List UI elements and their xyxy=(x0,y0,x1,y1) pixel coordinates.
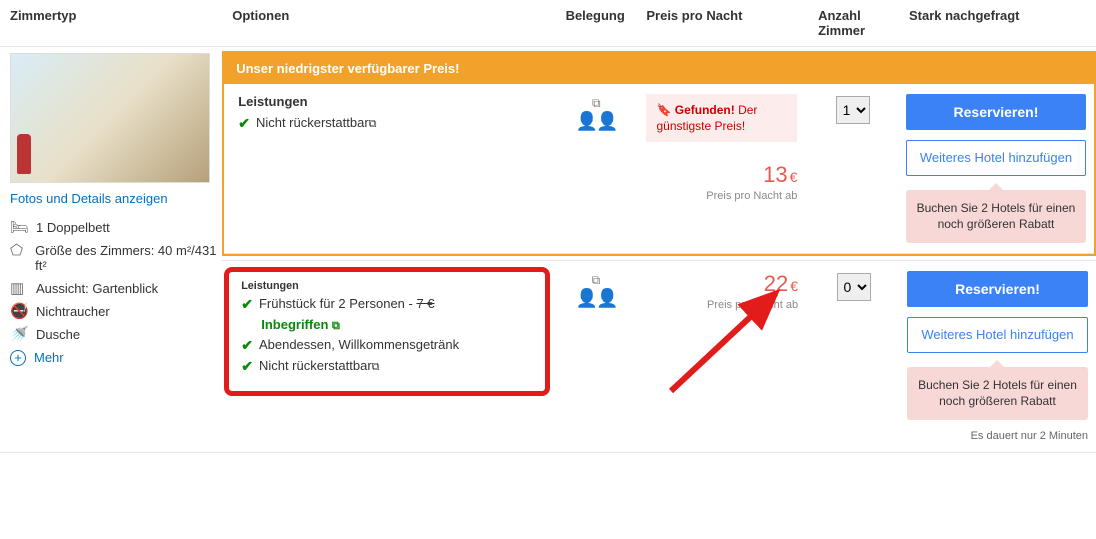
highlighted-option-box: Leistungen ✔ Frühstück für 2 Personen - … xyxy=(224,267,549,396)
amenity-bed: 🛏1 Doppelbett xyxy=(10,216,222,239)
feature-nonrefundable: ✔ Nicht rückerstattbar⧉ xyxy=(238,115,542,132)
room-quantity-select[interactable]: 1 xyxy=(836,96,870,124)
external-icon: ⧉ xyxy=(332,320,340,332)
shower-icon: 🚿 xyxy=(10,327,28,342)
col-header-price: Preis pro Nacht xyxy=(636,0,808,47)
external-icon: ⧉ xyxy=(372,361,380,373)
size-icon: ⬠ xyxy=(10,243,27,258)
occupancy-expand-icon[interactable]: ⧉ xyxy=(556,96,636,111)
occupancy-icon: 👤👤 xyxy=(556,111,636,132)
multi-hotel-promo: Buchen Sie 2 Hotels für einen noch größe… xyxy=(907,367,1088,421)
amenity-shower: 🚿Dusche xyxy=(10,323,222,346)
occupancy-expand-icon[interactable]: ⧉ xyxy=(556,273,637,288)
tag-icon: 🔖 xyxy=(656,103,674,117)
duration-note: Es dauert nur 2 Minuten xyxy=(907,430,1088,442)
room-quantity-select[interactable]: 0 xyxy=(837,273,871,301)
plus-icon: + xyxy=(10,350,26,366)
price-value: 13€ xyxy=(646,162,797,188)
col-header-options: Optionen xyxy=(222,0,555,47)
bed-icon: 🛏 xyxy=(10,220,28,235)
room-photo[interactable] xyxy=(10,53,210,183)
amenity-nosmoke: 🚭Nichtraucher xyxy=(10,300,222,323)
feature-dinner: ✔ Abendessen, Willkommensgetränk xyxy=(241,337,532,354)
found-cheapest-badge: 🔖 Gefunden! Der günstigste Preis! xyxy=(646,94,797,142)
add-hotel-button[interactable]: Weiteres Hotel hinzufügen xyxy=(906,140,1086,176)
nosmoking-icon: 🚭 xyxy=(10,304,28,319)
col-header-roomtype: Zimmertyp xyxy=(0,0,222,47)
multi-hotel-promo: Buchen Sie 2 Hotels für einen noch größe… xyxy=(906,190,1086,244)
view-icon: ▥ xyxy=(10,281,28,296)
price-value: 22€ xyxy=(646,271,798,297)
photo-details-link[interactable]: Fotos und Details anzeigen xyxy=(10,191,168,206)
feature-breakfast: ✔ Frühstück für 2 Personen - 7 € xyxy=(241,296,532,313)
lowest-price-option: Unser niedrigster verfügbarer Preis! Lei… xyxy=(222,51,1096,256)
lowest-price-banner: Unser niedrigster verfügbarer Preis! xyxy=(224,53,1094,84)
external-icon: ⧉ xyxy=(369,118,377,130)
reserve-button[interactable]: Reservieren! xyxy=(907,271,1088,307)
features-title: Leistungen xyxy=(238,94,542,109)
add-hotel-button[interactable]: Weiteres Hotel hinzufügen xyxy=(907,317,1088,353)
check-icon: ✔ xyxy=(241,358,253,375)
reserve-button[interactable]: Reservieren! xyxy=(906,94,1086,130)
check-icon: ✔ xyxy=(241,296,253,313)
feature-nonrefundable: ✔ Nicht rückerstattbar⧉ xyxy=(241,358,532,375)
price-sublabel: Preis pro Nacht ab xyxy=(646,190,797,202)
occupancy-icon: 👤👤 xyxy=(556,288,637,309)
price-sublabel: Preis pro Nacht ab xyxy=(646,299,798,311)
check-icon: ✔ xyxy=(238,115,250,132)
breakfast-included-label: Inbegriffen ⧉ xyxy=(261,317,532,333)
col-header-demand: Stark nachgefragt xyxy=(899,0,1096,47)
col-header-qty: Anzahl Zimmer xyxy=(808,0,899,47)
amenity-view: ▥Aussicht: Gartenblick xyxy=(10,277,222,300)
col-header-occupancy: Belegung xyxy=(556,0,637,47)
check-icon: ✔ xyxy=(241,337,253,354)
amenity-more[interactable]: +Mehr xyxy=(10,346,222,370)
features-title: Leistungen xyxy=(241,280,532,292)
amenity-size: ⬠Größe des Zimmers: 40 m²/431 ft² xyxy=(10,239,222,277)
